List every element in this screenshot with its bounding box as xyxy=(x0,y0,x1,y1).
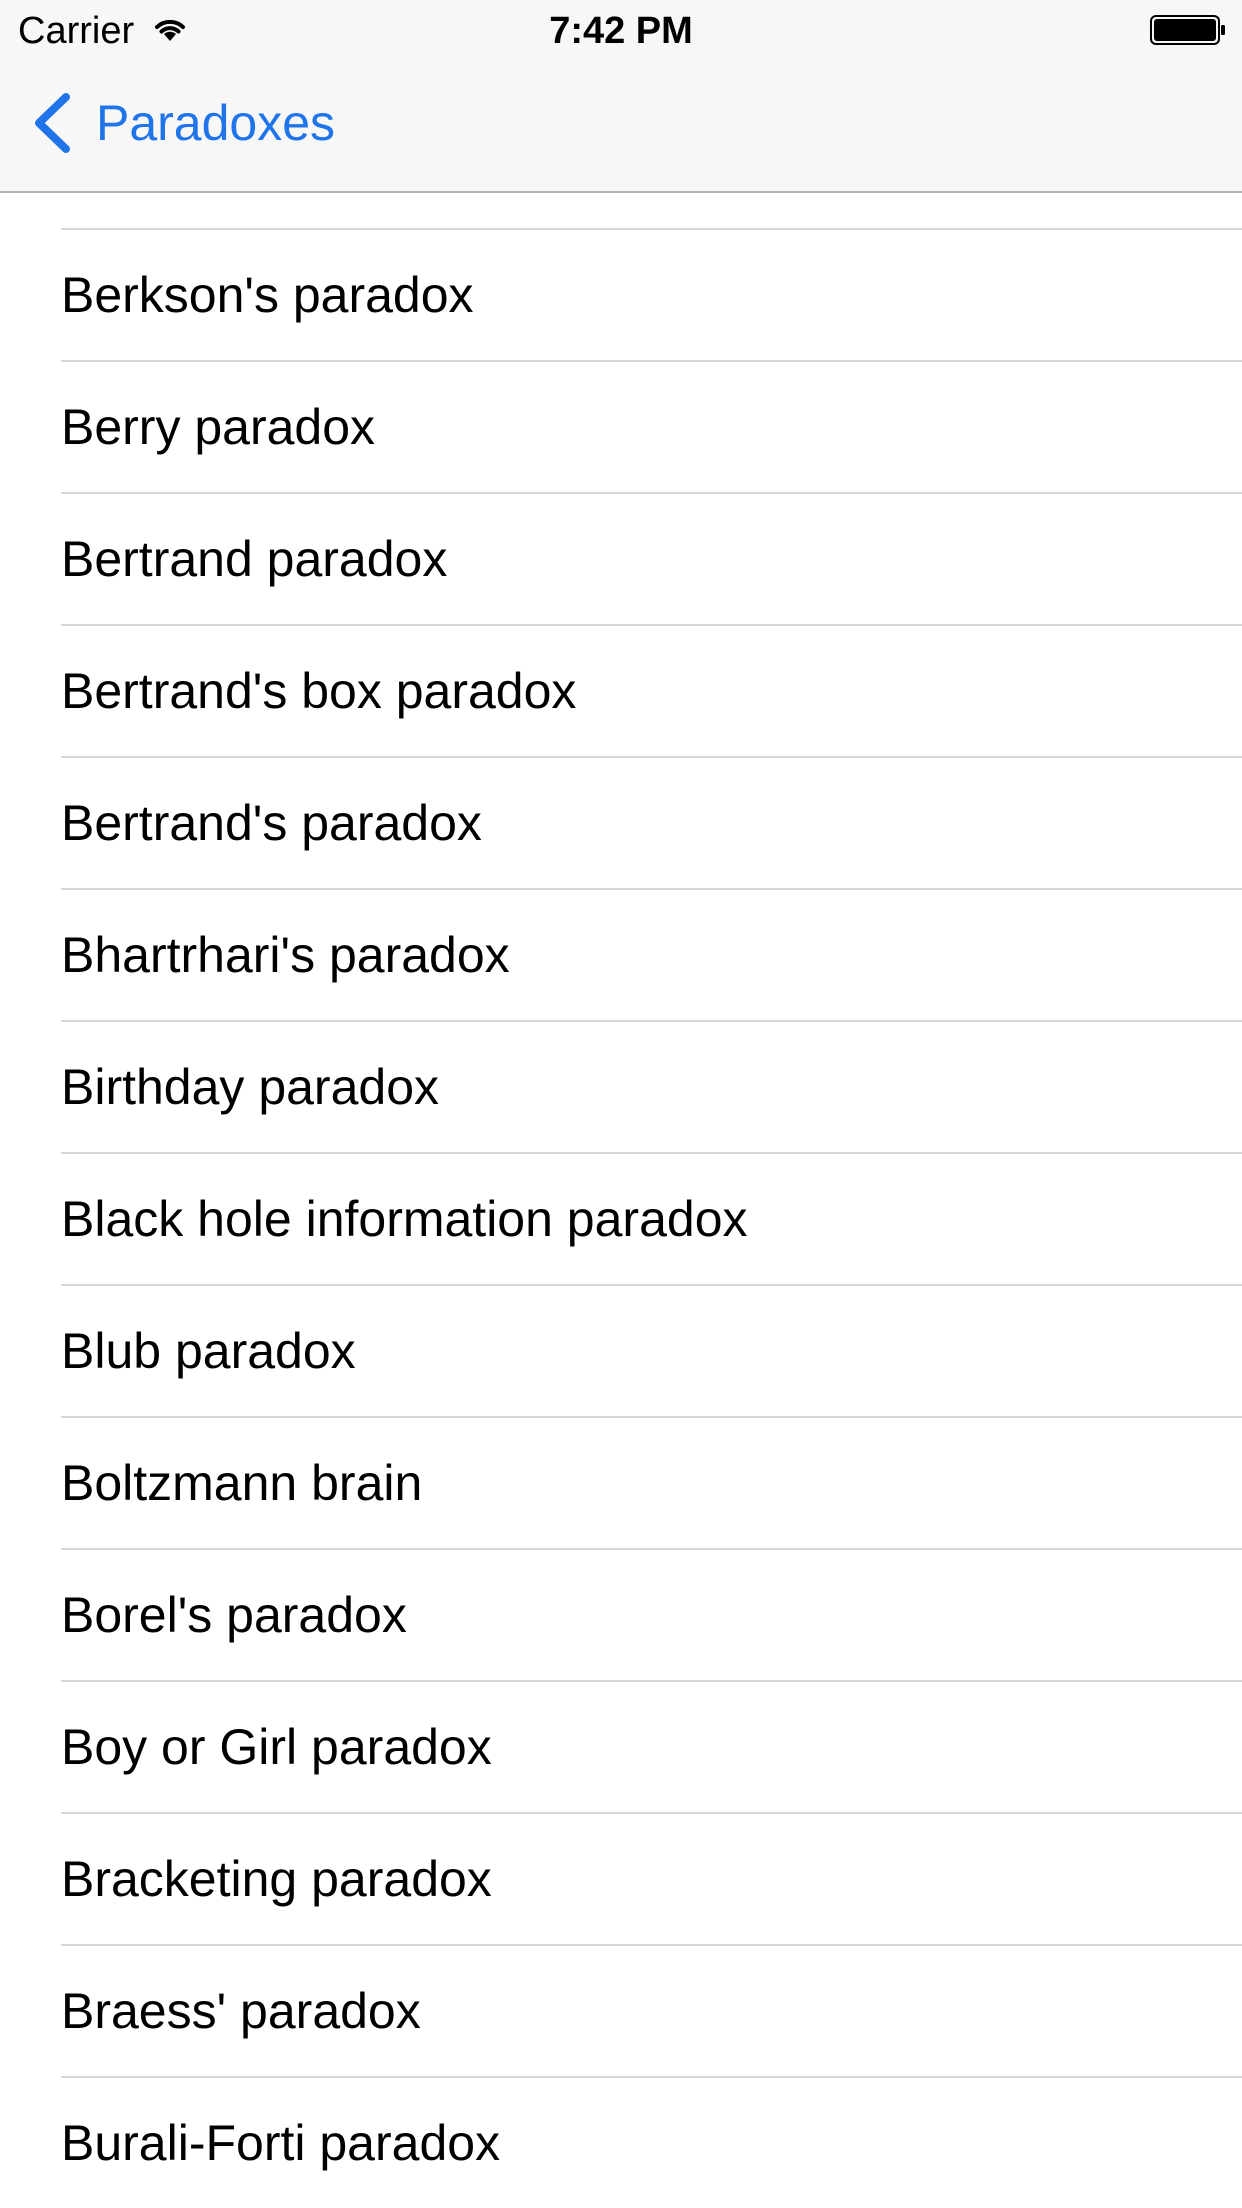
list-item-label: Bracketing paradox xyxy=(61,1851,492,1907)
list-item[interactable]: Birthday paradox xyxy=(0,1022,1242,1154)
list-item-label: Bhartrhari's paradox xyxy=(61,927,510,983)
list-item[interactable]: Blub paradox xyxy=(0,1286,1242,1418)
list-item[interactable]: Bhartrhari's paradox xyxy=(0,890,1242,1022)
list-item[interactable]: Boltzmann brain xyxy=(0,1418,1242,1550)
list-item-label: Boy or Girl paradox xyxy=(61,1719,492,1775)
list-item[interactable]: Boy or Girl paradox xyxy=(0,1682,1242,1814)
list-item[interactable]: Borel's paradox xyxy=(0,1550,1242,1682)
list-item-label: Borel's paradox xyxy=(61,1587,407,1643)
list-item[interactable]: Berkson's paradox xyxy=(0,230,1242,362)
status-bar: Carrier 7:42 PM xyxy=(0,0,1242,60)
chevron-left-icon xyxy=(35,93,70,153)
list-item[interactable]: Bertrand paradox xyxy=(0,494,1242,626)
list-item[interactable]: Bertrand's paradox xyxy=(0,758,1242,890)
paradox-list[interactable]: Bentley's paradox Berkson's paradox Berr… xyxy=(0,60,1242,2208)
back-button[interactable]: Paradoxes xyxy=(30,88,335,158)
status-time: 7:42 PM xyxy=(549,10,693,52)
list-item-label: Bertrand paradox xyxy=(61,531,448,587)
list-item-label: Boltzmann brain xyxy=(61,1455,423,1511)
paradox-list-content: Bentley's paradox Berkson's paradox Berr… xyxy=(0,98,1242,2208)
list-item-label: Burali-Forti paradox xyxy=(61,2115,501,2171)
battery-icon xyxy=(1150,15,1225,45)
list-item-label: Black hole information paradox xyxy=(61,1191,748,1247)
navigation-bar: Paradoxes xyxy=(0,60,1242,193)
list-item-label: Braess' paradox xyxy=(61,1983,421,2039)
list-item-label: Blub paradox xyxy=(61,1323,356,1379)
list-item[interactable]: Burali-Forti paradox xyxy=(0,2078,1242,2208)
list-item[interactable]: Black hole information paradox xyxy=(0,1154,1242,1286)
screen: Carrier 7:42 PM Paradoxes Bentley's para… xyxy=(0,0,1242,2208)
list-item-label: Bertrand's box paradox xyxy=(61,663,577,719)
list-item[interactable]: Braess' paradox xyxy=(0,1946,1242,2078)
list-item-label: Birthday paradox xyxy=(61,1059,440,1115)
list-item-label: Bertrand's paradox xyxy=(61,795,482,851)
list-item-label: Berry paradox xyxy=(61,399,376,455)
list-item[interactable]: Berry paradox xyxy=(0,362,1242,494)
list-item[interactable]: Bertrand's box paradox xyxy=(0,626,1242,758)
back-button-label: Paradoxes xyxy=(96,95,336,151)
list-item[interactable]: Bracketing paradox xyxy=(0,1814,1242,1946)
list-item-label: Berkson's paradox xyxy=(61,267,474,323)
